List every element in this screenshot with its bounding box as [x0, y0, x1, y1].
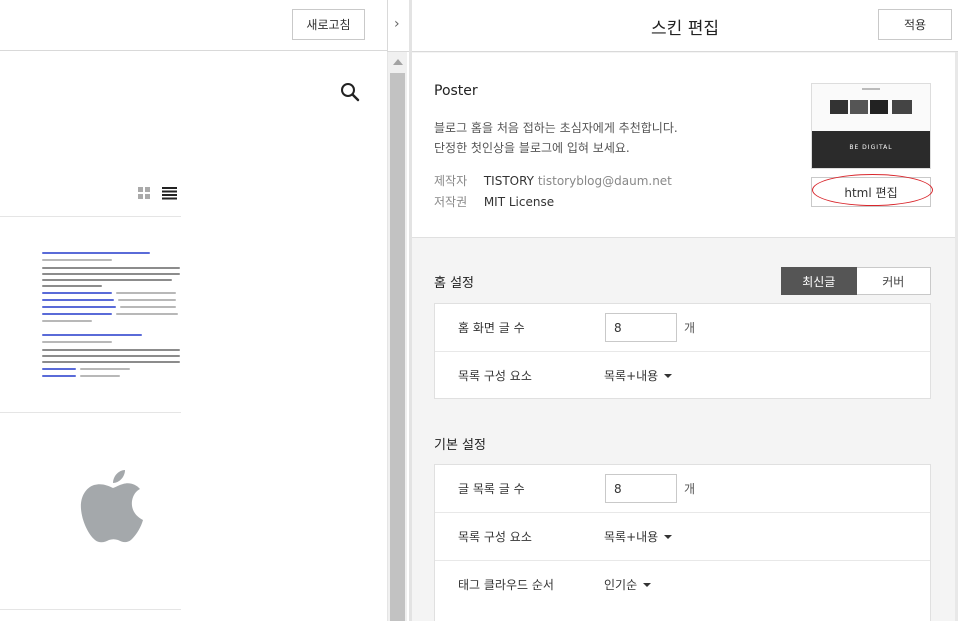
grid-view-icon[interactable]	[137, 186, 151, 200]
scrollbar-thumb[interactable]	[390, 73, 405, 621]
license-value: MIT License	[483, 195, 555, 209]
unit-label: 개	[684, 321, 696, 335]
apply-button[interactable]: 적용	[878, 9, 952, 40]
divider	[0, 609, 181, 610]
unit-label: 개	[684, 482, 696, 496]
refresh-button[interactable]: 새로고침	[292, 9, 365, 40]
home-post-count-row: 홈 화면 글 수 8 개	[435, 304, 930, 351]
page-title: 스킨 편집	[651, 19, 719, 39]
tag-cloud-order-dropdown[interactable]: 인기순	[604, 576, 652, 593]
list-post-count-label: 글 목록 글 수	[458, 482, 525, 496]
preview-toolbar: 새로고침	[0, 0, 387, 51]
caret-down-icon	[664, 374, 673, 378]
skin-edit-panel: 스킨 편집 적용 Poster 블로그 홈을 처음 접하는 초심자에게 추천합니…	[412, 0, 958, 621]
dropdown-value: 인기순	[604, 578, 638, 592]
post-thumbnail-image	[40, 248, 182, 384]
skin-description: 블로그 홈을 처음 접하는 초심자에게 추천합니다. 단정한 첫인상을 블로그에…	[434, 121, 678, 155]
home-mode-toggle: 최신글 커버	[781, 267, 931, 295]
tab-cover[interactable]: 커버	[856, 267, 931, 295]
home-post-count-input[interactable]: 8	[605, 313, 677, 342]
list-post-count-input[interactable]: 8	[605, 474, 677, 503]
license-row: 저작권 MIT License	[434, 193, 554, 210]
list-components-label: 목록 구성 요소	[458, 530, 532, 544]
list-components-dropdown[interactable]: 목록+내용	[604, 528, 673, 545]
tag-cloud-order-label: 태그 클라우드 순서	[458, 578, 554, 592]
tab-latest[interactable]: 최신글	[781, 267, 857, 295]
collapse-chevron-icon[interactable]: ›	[394, 16, 400, 32]
home-settings-box: 홈 화면 글 수 8 개 목록 구성 요소 목록+내용	[434, 303, 931, 399]
search-icon[interactable]	[339, 81, 361, 103]
maker-email: tistoryblog@daum.net	[537, 174, 672, 188]
dropdown-value: 목록+내용	[604, 369, 659, 383]
maker-label: 제작자	[434, 174, 468, 188]
home-settings-title: 홈 설정	[434, 276, 475, 291]
preview-scrollbar[interactable]	[387, 52, 407, 621]
basic-settings-title: 기본 설정	[434, 438, 486, 453]
maker-value: TISTORY	[483, 174, 534, 188]
blog-preview-pane: 새로고침	[0, 0, 407, 621]
scroll-up-arrow-icon[interactable]	[393, 59, 403, 65]
home-list-components-dropdown[interactable]: 목록+내용	[604, 367, 673, 384]
home-list-components-label: 목록 구성 요소	[458, 369, 532, 383]
divider	[0, 412, 181, 413]
skin-info-card: Poster 블로그 홈을 처음 접하는 초심자에게 추천합니다. 단정한 첫인…	[412, 53, 955, 238]
highlight-ring	[812, 174, 933, 206]
skin-thumbnail-text: BE DIGITAL	[849, 144, 893, 151]
list-components-row: 목록 구성 요소 목록+내용	[435, 512, 930, 559]
home-post-count-label: 홈 화면 글 수	[458, 321, 525, 335]
skin-thumbnail: BE DIGITAL	[811, 83, 931, 169]
tag-cloud-order-row: 태그 클라우드 순서 인기순	[435, 560, 930, 607]
license-label: 저작권	[434, 195, 468, 209]
caret-down-icon	[664, 535, 673, 539]
maker-row: 제작자 TISTORY tistoryblog@daum.net	[434, 172, 672, 189]
divider	[0, 216, 181, 217]
list-post-count-row: 글 목록 글 수 8 개	[435, 465, 930, 512]
apple-logo-icon	[80, 470, 143, 543]
panel-header: 스킨 편집 적용	[412, 0, 958, 52]
list-view-icon[interactable]	[162, 186, 177, 200]
basic-settings-box: 글 목록 글 수 8 개 목록 구성 요소 목록+내용 태그 클라우드 순서 인…	[434, 464, 931, 621]
caret-down-icon	[643, 583, 652, 587]
dropdown-value: 목록+내용	[604, 530, 659, 544]
blog-preview	[0, 52, 386, 621]
skin-name: Poster	[434, 83, 478, 99]
home-list-components-row: 목록 구성 요소 목록+내용	[435, 351, 930, 398]
